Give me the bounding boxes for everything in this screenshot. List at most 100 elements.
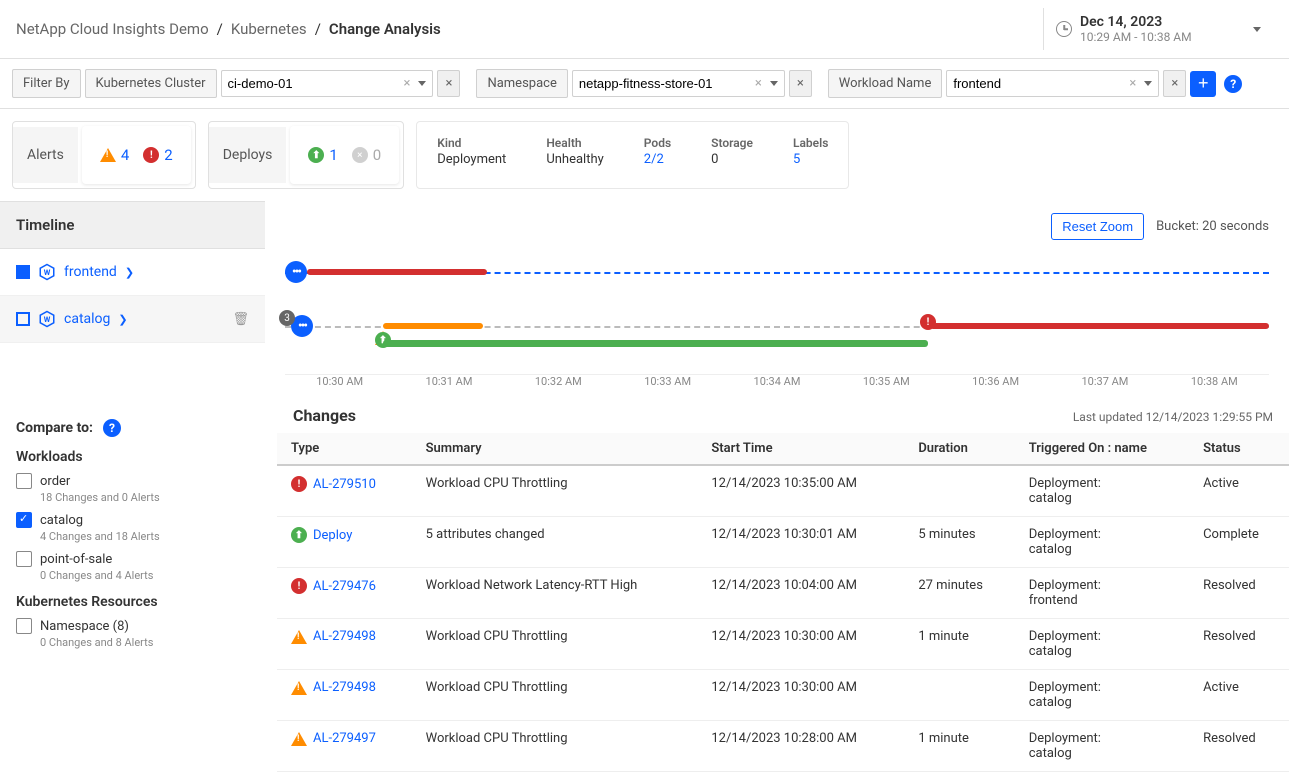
reset-zoom-button[interactable]: Reset Zoom [1051,213,1144,240]
start-cell: 12/14/2023 10:28:00 AM [697,721,904,772]
ns-field[interactable] [579,76,755,91]
chevron-down-icon[interactable] [1144,81,1152,86]
change-id[interactable]: AL-279476 [313,579,376,594]
pods-value[interactable]: 2/2 [644,152,671,167]
workload-catalog[interactable]: W catalog ❯ 🗑 [0,296,265,343]
change-id[interactable]: Deploy [313,528,352,543]
item-sub: 18 Changes and 0 Alerts [40,491,249,504]
labels-value[interactable]: 5 [793,152,828,167]
table-row[interactable]: AL-279497 Workload CPU Throttling 12/14/… [277,721,1289,772]
add-filter-button[interactable]: + [1190,71,1216,97]
col-summary[interactable]: Summary [412,433,698,465]
alerts-warning-count[interactable]: 4 [121,146,129,164]
checkbox-catalog[interactable]: catalog [16,512,249,528]
filter-ns-input[interactable]: × [572,70,785,97]
svg-text:W: W [44,268,51,277]
triggered-cell: Deployment:catalog [1015,721,1189,772]
table-row[interactable]: !AL-279510 Workload CPU Throttling 12/14… [277,465,1289,517]
breadcrumb-root[interactable]: NetApp Cloud Insights Demo [16,20,209,38]
wl-field[interactable] [953,76,1129,91]
timeline-chart: Reset Zoom Bucket: 20 seconds ••• 3 ••• … [277,201,1289,392]
table-row[interactable]: AL-279498 Workload CPU Throttling 12/14/… [277,619,1289,670]
clear-icon[interactable]: × [404,76,411,91]
page-header: NetApp Cloud Insights Demo/ Kubernetes/ … [0,0,1289,59]
clear-icon[interactable]: × [1129,76,1136,91]
summary-cell: 5 attributes changed [412,517,698,568]
trash-icon[interactable]: 🗑 [232,312,249,327]
deploys-success-count[interactable]: 1 [329,146,337,164]
deploys-other-count: 0 [373,146,381,164]
change-id[interactable]: AL-279510 [313,477,376,492]
triggered-cell: Deployment:catalog [1015,465,1189,517]
table-row[interactable]: !AL-279476 Workload Network Latency-RTT … [277,568,1289,619]
checkbox-point-of-sale[interactable]: point-of-sale [16,551,249,567]
kind-label: Kind [437,136,506,150]
summary-cell: Workload CPU Throttling [412,670,698,721]
status-cell: Active [1189,670,1289,721]
filter-cluster-input[interactable]: × [221,70,434,97]
start-cell: 12/14/2023 10:04:00 AM [697,568,904,619]
remove-filter-button[interactable]: × [1163,70,1186,97]
health-value: Unhealthy [546,152,603,167]
triggered-cell: Deployment:catalog [1015,619,1189,670]
critical-icon: ! [143,147,159,163]
alerts-title: Alerts [13,127,78,183]
critical-icon: ! [291,476,307,492]
col-start[interactable]: Start Time [697,433,904,465]
square-solid-icon [16,265,30,279]
workloads-heading: Workloads [16,449,249,465]
timeline-header: Timeline [0,201,265,249]
table-row[interactable]: AL-279498 Workload CPU Throttling 12/14/… [277,670,1289,721]
warning-icon [291,630,307,644]
content-area: Reset Zoom Bucket: 20 seconds ••• 3 ••• … [265,201,1289,772]
change-id[interactable]: AL-279498 [313,680,376,695]
changes-table: Type Summary Start Time Duration Trigger… [277,433,1289,772]
summary-row: Alerts 4 !2 Deploys ⬆1 ×0 KindDeployment… [0,109,1289,201]
col-duration[interactable]: Duration [904,433,1014,465]
remove-filter-button[interactable]: × [437,70,460,97]
breadcrumb-current: Change Analysis [329,20,441,38]
health-label: Health [546,136,603,150]
chevron-down-icon[interactable] [418,81,426,86]
workload-frontend[interactable]: W frontend ❯ [0,249,265,296]
alerts-card: Alerts 4 ! 2 [12,121,196,189]
clock-icon [1056,21,1072,37]
breadcrumb-section[interactable]: Kubernetes [231,20,307,38]
track-frontend[interactable]: ••• [285,256,1269,296]
col-triggered[interactable]: Triggered On : name [1015,433,1189,465]
help-icon[interactable]: ? [1224,75,1242,93]
col-status[interactable]: Status [1189,433,1289,465]
change-id[interactable]: AL-279498 [313,629,376,644]
start-cell: 12/14/2023 10:30:01 AM [697,517,904,568]
col-type[interactable]: Type [277,433,412,465]
workload-icon: W [38,310,56,328]
filter-wl-input[interactable]: × [946,70,1159,97]
triggered-cell: Deployment:catalog [1015,517,1189,568]
help-icon[interactable]: ? [103,419,121,437]
checkbox-namespace[interactable]: Namespace (8) [16,618,249,634]
remove-filter-button[interactable]: × [789,70,812,97]
square-outline-icon [16,312,30,326]
checkbox-order[interactable]: order [16,473,249,489]
storage-label: Storage [711,136,753,150]
duration-cell: 5 minutes [904,517,1014,568]
cluster-field[interactable] [228,76,404,91]
chevron-right-icon: ❯ [118,313,127,326]
duration-cell [904,465,1014,517]
deploy-icon: ⬆ [291,527,307,543]
compare-title: Compare to: ? [16,419,249,437]
alerts-critical-count[interactable]: 2 [164,146,172,164]
time-axis: 10:30 AM10:31 AM10:32 AM10:33 AM10:34 AM… [285,375,1269,388]
dots-icon[interactable]: ••• [285,261,307,283]
date-range-picker[interactable]: Dec 14, 2023 10:29 AM - 10:38 AM [1043,8,1273,50]
chevron-down-icon[interactable] [770,81,778,86]
filter-wl-label: Workload Name [828,69,943,98]
filter-cluster-label: Kubernetes Cluster [85,69,217,98]
track-catalog[interactable]: 3 ••• ! ⬆ [285,310,1269,360]
duration-cell: 1 minute [904,721,1014,772]
status-cell: Resolved [1189,568,1289,619]
svg-text:W: W [44,315,51,324]
table-row[interactable]: ⬆ Deploy 5 attributes changed 12/14/2023 … [277,517,1289,568]
duration-cell: 1 minute [904,619,1014,670]
clear-icon[interactable]: × [755,76,762,91]
